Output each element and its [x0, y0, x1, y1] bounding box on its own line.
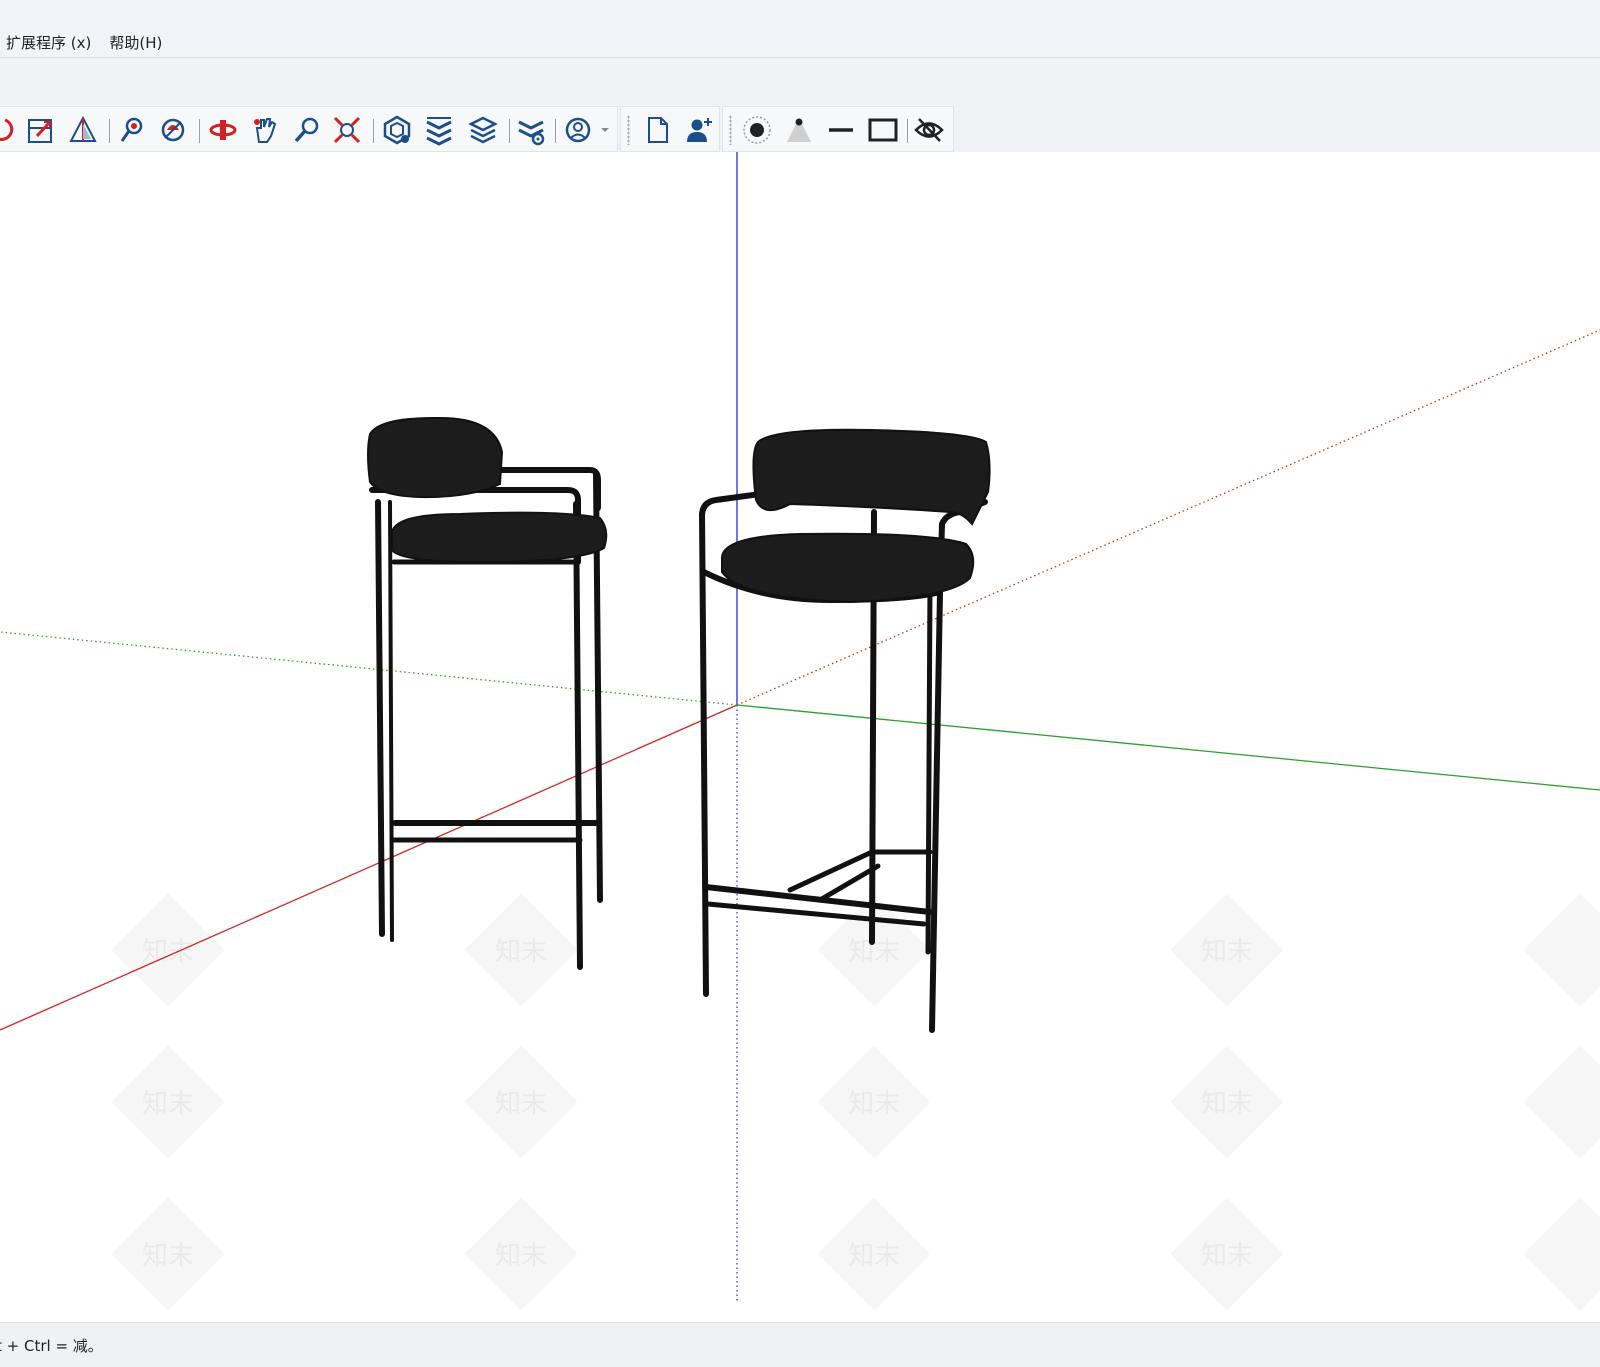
toolbar-row-empty [0, 58, 1600, 106]
line-display-icon[interactable] [825, 114, 857, 146]
status-text: t + Ctrl = 减。 [0, 1336, 103, 1355]
toolbar-separator [109, 119, 110, 143]
toolbar-area [0, 106, 1600, 152]
solid-tools-icon[interactable] [423, 114, 455, 146]
axis-green-positive [736, 704, 1600, 791]
look-around-icon[interactable] [157, 114, 189, 146]
toolbar-separator [555, 119, 556, 143]
hide-view-icon[interactable] [913, 114, 945, 146]
walk-icon[interactable] [207, 114, 239, 146]
toolbar-grip[interactable] [627, 115, 630, 145]
axis-green-negative [0, 631, 738, 706]
model-axes [0, 152, 1600, 1302]
zoom-icon[interactable] [291, 114, 323, 146]
pan-hand-icon[interactable] [249, 114, 281, 146]
point-display-icon[interactable] [741, 114, 773, 146]
profile-dropdown-icon[interactable] [563, 114, 615, 146]
axis-red-negative [0, 704, 738, 1031]
toolbar-view-tools [0, 106, 618, 152]
toolbar-separator [199, 119, 200, 143]
toolbar-separator [907, 119, 908, 143]
watermark-text: 知末 [495, 937, 547, 967]
orbit-icon[interactable] [0, 114, 17, 146]
new-file-icon[interactable] [641, 114, 673, 146]
toolbar-style-tools [722, 106, 954, 152]
cone-display-icon[interactable] [783, 114, 815, 146]
watermark-text: 知末 [142, 1089, 194, 1119]
toolbar-separator [509, 119, 510, 143]
watermark-text: 知末 [1201, 937, 1253, 967]
watermark-text: 知末 [1201, 1089, 1253, 1119]
toolbar-model-tools [620, 106, 720, 152]
window-title-bar [0, 0, 1600, 28]
watermark-text: 知末 [848, 1089, 900, 1119]
position-camera-icon[interactable] [117, 114, 149, 146]
zoom-extents-icon[interactable] [331, 114, 363, 146]
watermark-pattern: 知末 知末 知末 知末 知末 知末 知末 知末 知末 知末 知末 知末 [111, 893, 1600, 1311]
scene-canvas: 知末 知末 知末 知末 知末 知末 知末 知末 知末 知末 知末 知末 [0, 152, 1600, 1311]
menu-bar: 扩展程序 (x) 帮助(H) [0, 28, 1600, 58]
watermark-text: 知末 [848, 1241, 900, 1271]
zoom-window-icon[interactable] [25, 114, 57, 146]
toolbar-grip[interactable] [729, 115, 732, 145]
menu-extensions[interactable]: 扩展程序 (x) [6, 32, 91, 53]
drawing-viewport[interactable]: 知末 知末 知末 知末 知末 知末 知末 知末 知末 知末 知末 知末 [0, 152, 1600, 1322]
watermark-text: 知末 [495, 1089, 547, 1119]
watermark-text: 知末 [142, 937, 194, 967]
watermark-text: 知末 [142, 1241, 194, 1271]
status-bar: t + Ctrl = 减。 [0, 1322, 1600, 1367]
bar-stool-left[interactable] [367, 416, 608, 970]
watermark-text: 知末 [1201, 1241, 1253, 1271]
rectangle-display-icon[interactable] [867, 114, 899, 146]
menu-help[interactable]: 帮助(H) [109, 32, 162, 53]
solid-settings-icon[interactable] [515, 114, 547, 146]
add-user-icon[interactable] [683, 114, 715, 146]
outer-shell-icon[interactable] [381, 114, 413, 146]
toolbar-separator [373, 119, 374, 143]
watermark-text: 知末 [495, 1241, 547, 1271]
section-plane-icon[interactable] [67, 114, 99, 146]
axis-red-positive [736, 329, 1600, 706]
layers-icon[interactable] [467, 114, 499, 146]
